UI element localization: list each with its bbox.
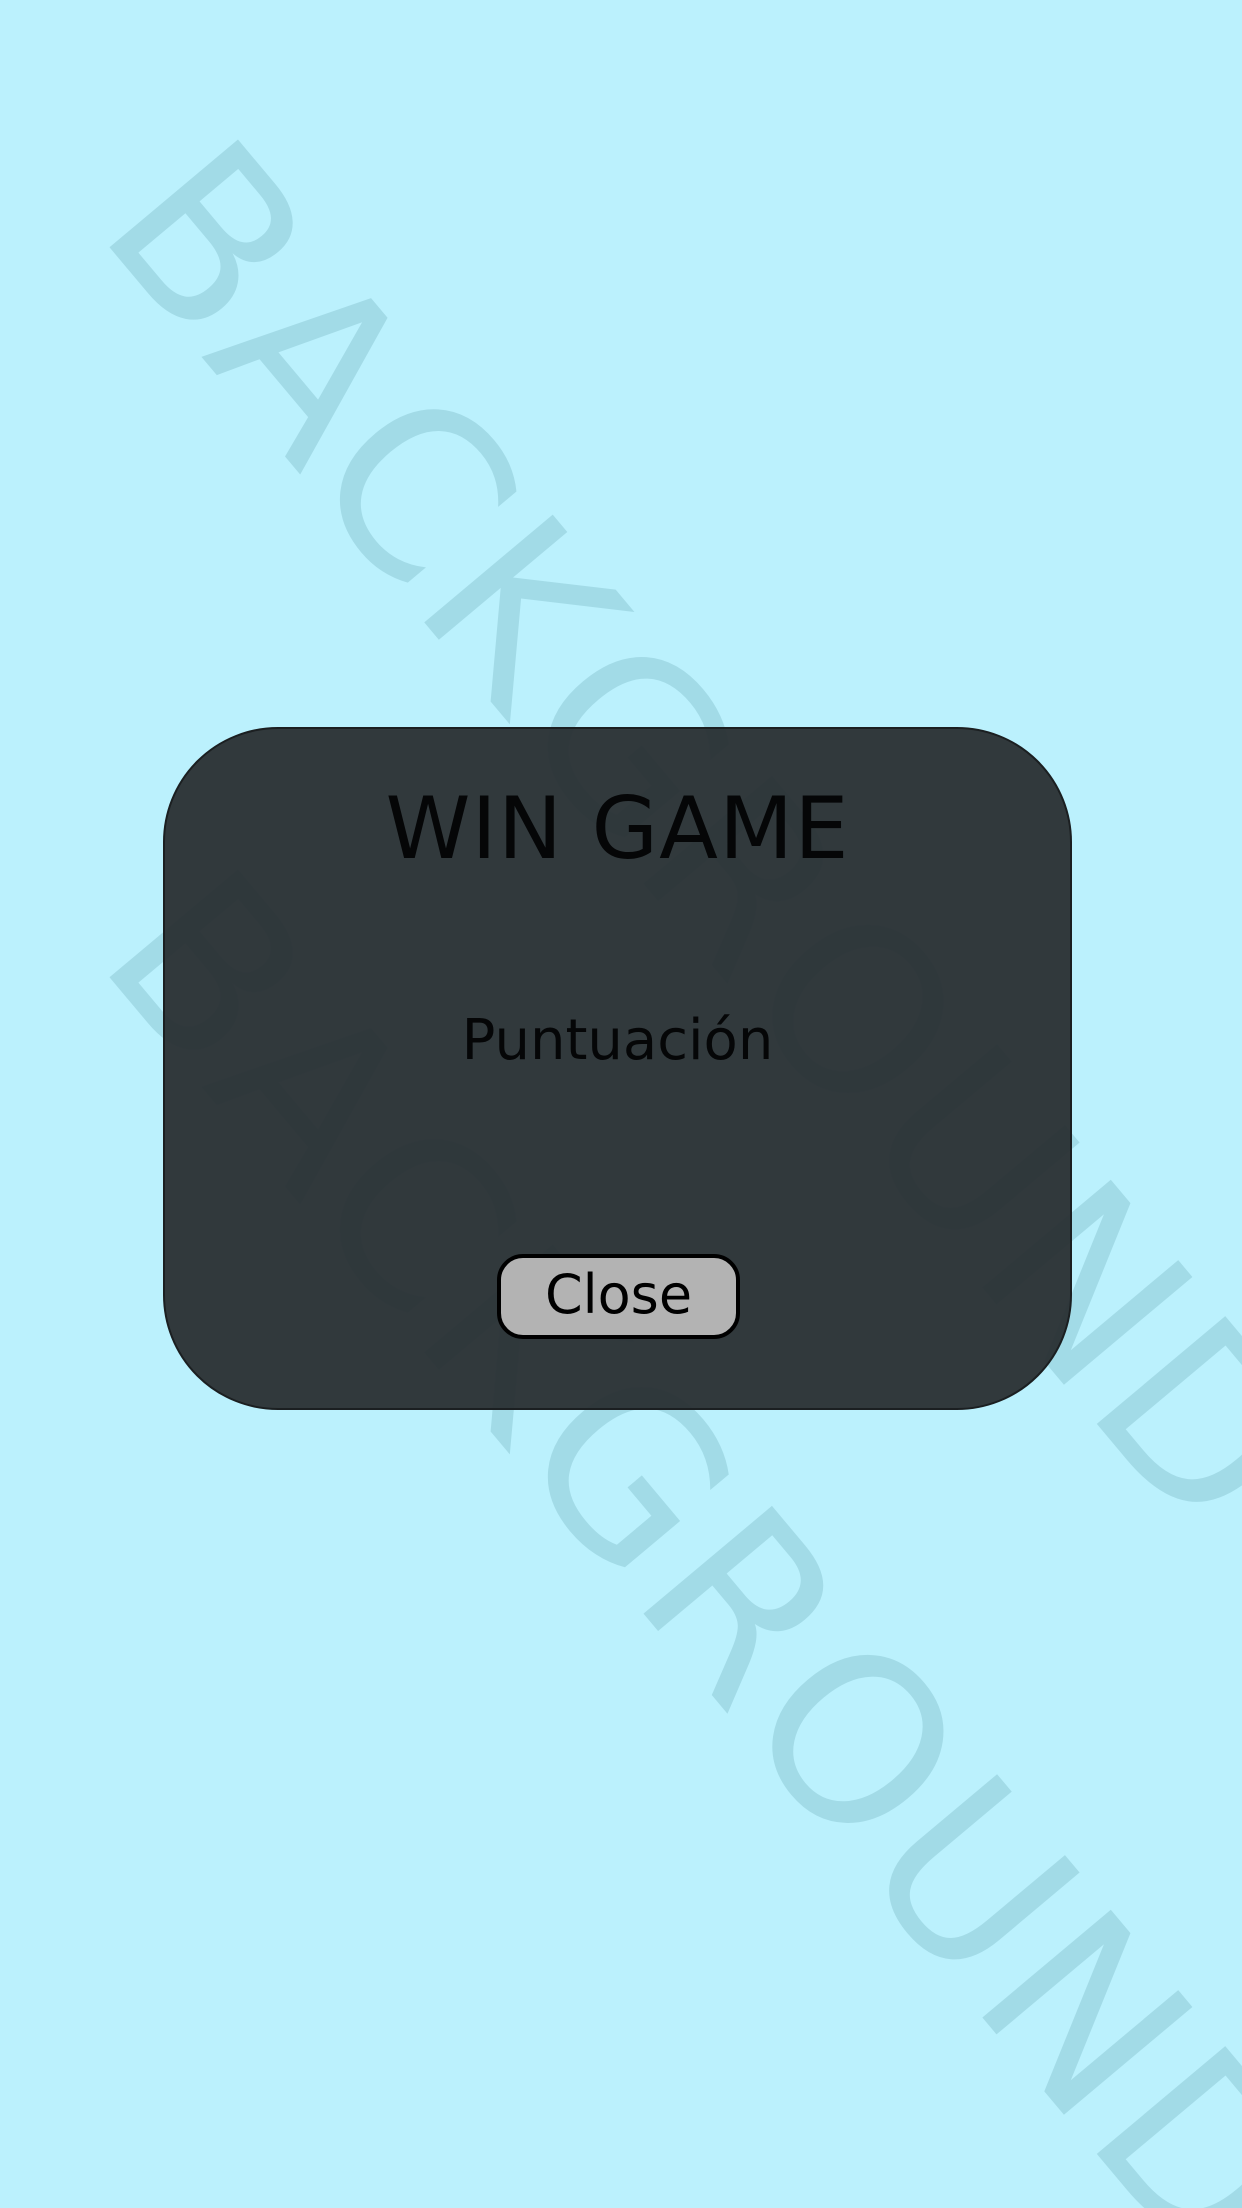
score-label: Puntuación <box>461 1008 774 1073</box>
win-game-dialog: WIN GAME Puntuación Close <box>163 727 1072 1410</box>
close-button[interactable]: Close <box>497 1254 740 1339</box>
dialog-title: WIN GAME <box>385 779 850 879</box>
